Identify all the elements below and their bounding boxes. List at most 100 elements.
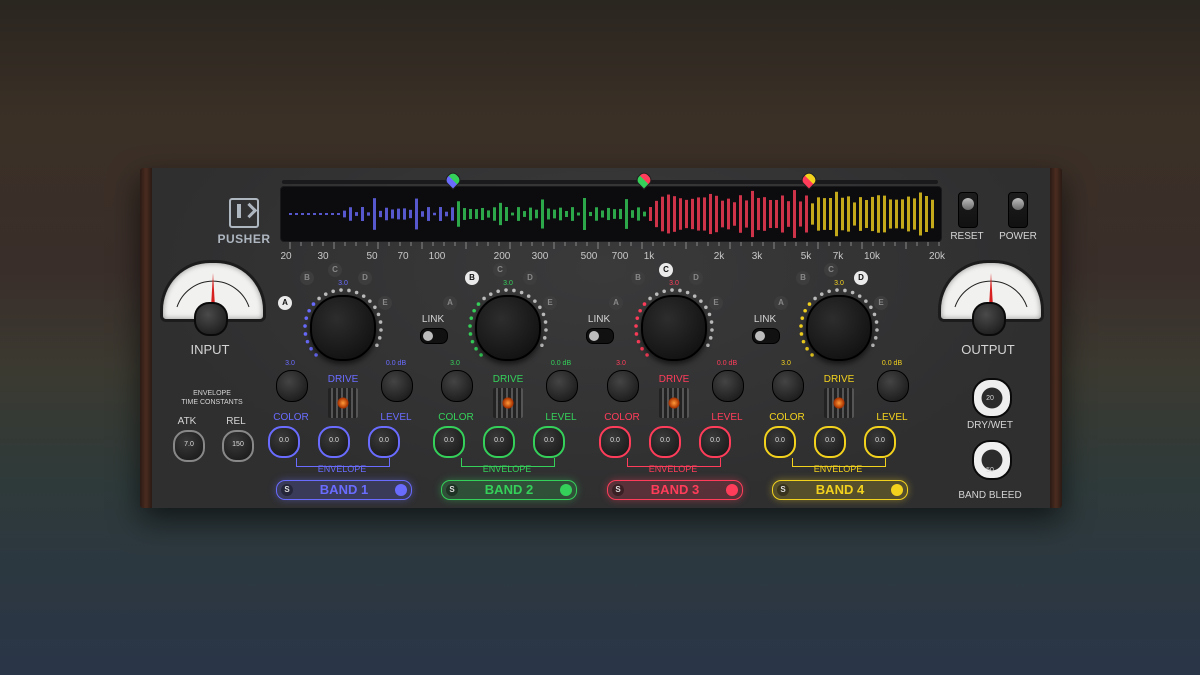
preset-a-button[interactable]: A bbox=[443, 296, 457, 310]
led-dot bbox=[373, 305, 377, 310]
solo-button[interactable]: S bbox=[446, 484, 458, 496]
band-bleed-label: BAND BLEED bbox=[958, 490, 1022, 501]
preset-a-button[interactable]: A bbox=[278, 296, 292, 310]
band-4-bar[interactable]: BAND 4 S bbox=[772, 480, 908, 500]
drive-knob[interactable] bbox=[806, 295, 872, 361]
band-power-icon[interactable] bbox=[891, 484, 903, 496]
spectrum-bar bbox=[307, 213, 310, 215]
color-knob[interactable] bbox=[441, 370, 473, 402]
preset-c-button[interactable]: C bbox=[328, 263, 342, 277]
envelope-knob[interactable]: 0.0 bbox=[699, 426, 731, 458]
envelope-knob[interactable]: 0.0 bbox=[649, 426, 681, 458]
led-dot bbox=[692, 294, 697, 298]
color-knob[interactable] bbox=[772, 370, 804, 402]
led-dot bbox=[375, 343, 379, 348]
envelope-knob[interactable]: 0.0 bbox=[368, 426, 400, 458]
led-dot bbox=[869, 305, 873, 310]
spectrum-bar bbox=[877, 195, 880, 233]
preset-a-button[interactable]: A bbox=[609, 296, 623, 310]
input-knob[interactable] bbox=[194, 302, 228, 336]
spectrum-bar bbox=[661, 196, 664, 232]
solo-button[interactable]: S bbox=[281, 484, 293, 496]
spectrum-bar bbox=[463, 208, 466, 220]
color-knob[interactable] bbox=[276, 370, 308, 402]
led-dot bbox=[636, 339, 641, 344]
band-power-icon[interactable] bbox=[726, 484, 738, 496]
color-knob[interactable] bbox=[607, 370, 639, 402]
freq-label: 100 bbox=[428, 251, 446, 262]
freq-label: 20k bbox=[928, 251, 946, 262]
preset-d-button[interactable]: D bbox=[358, 271, 372, 285]
envelope-knob[interactable]: 0.0 bbox=[764, 426, 796, 458]
link-toggle[interactable] bbox=[752, 328, 780, 344]
spectrum-bar bbox=[853, 202, 856, 226]
level-knob[interactable] bbox=[712, 370, 744, 402]
link-toggle[interactable] bbox=[420, 328, 448, 344]
envelope-knob[interactable]: 0.0 bbox=[433, 426, 465, 458]
band-name: BAND 1 bbox=[319, 482, 369, 497]
power-switch[interactable] bbox=[1008, 192, 1028, 228]
preset-c-button[interactable]: C bbox=[824, 263, 838, 277]
spectrum-bar bbox=[409, 209, 412, 219]
solo-button[interactable]: S bbox=[777, 484, 789, 496]
preset-b-button[interactable]: B bbox=[796, 271, 810, 285]
spectrum-bar bbox=[289, 213, 292, 215]
band-bleed-knob[interactable] bbox=[972, 440, 1012, 480]
envelope-knob[interactable]: 0.0 bbox=[864, 426, 896, 458]
preset-b-button[interactable]: B bbox=[465, 271, 479, 285]
envelope-knob[interactable]: 0.0 bbox=[483, 426, 515, 458]
level-value: 0.0 dB bbox=[881, 360, 903, 367]
crossover-rail[interactable] bbox=[282, 180, 938, 184]
drive-knob[interactable] bbox=[641, 295, 707, 361]
preset-d-button[interactable]: D bbox=[523, 271, 537, 285]
spectrum-bar bbox=[673, 196, 676, 232]
atk-knob[interactable]: 7.0 bbox=[173, 430, 205, 462]
rel-knob[interactable]: 150 bbox=[222, 430, 254, 462]
led-dot bbox=[654, 292, 659, 296]
reset-switch[interactable] bbox=[958, 192, 978, 228]
band-1-bar[interactable]: BAND 1 S bbox=[276, 480, 412, 500]
preset-d-button[interactable]: D bbox=[854, 271, 868, 285]
spectrum-bar bbox=[715, 195, 718, 233]
level-knob[interactable] bbox=[381, 370, 413, 402]
preset-a-button[interactable]: A bbox=[774, 296, 788, 310]
drive-knob[interactable] bbox=[310, 295, 376, 361]
preset-b-button[interactable]: B bbox=[300, 271, 314, 285]
envelope-knob[interactable]: 0.0 bbox=[268, 426, 300, 458]
envelope-knob[interactable]: 0.0 bbox=[318, 426, 350, 458]
freq-label: 30 bbox=[317, 251, 329, 262]
led-dot bbox=[635, 316, 640, 320]
envelope-knob[interactable]: 0.0 bbox=[533, 426, 565, 458]
preset-b-button[interactable]: B bbox=[631, 271, 645, 285]
band-power-icon[interactable] bbox=[560, 484, 572, 496]
link-toggle[interactable] bbox=[586, 328, 614, 344]
level-knob[interactable] bbox=[877, 370, 909, 402]
spectrum-bar bbox=[577, 212, 580, 216]
drive-knob[interactable] bbox=[475, 295, 541, 361]
spectrum-bar bbox=[325, 213, 328, 215]
output-knob[interactable] bbox=[972, 302, 1006, 336]
preset-c-button[interactable]: C bbox=[493, 263, 507, 277]
freq-label: 10k bbox=[863, 251, 881, 262]
spectrum-bar bbox=[637, 207, 640, 221]
led-dot bbox=[307, 308, 311, 313]
preset-c-button[interactable]: C bbox=[659, 263, 673, 277]
band-2-bar[interactable]: BAND 2 S bbox=[441, 480, 577, 500]
band-power-icon[interactable] bbox=[395, 484, 407, 496]
dry-wet-label: DRY/WET bbox=[967, 420, 1013, 431]
led-dot bbox=[710, 328, 714, 332]
spectrum-bar bbox=[445, 211, 448, 217]
spectrum-bar bbox=[421, 211, 424, 217]
envelope-knob[interactable]: 0.0 bbox=[814, 426, 846, 458]
preset-d-button[interactable]: D bbox=[689, 271, 703, 285]
spectrum-bar bbox=[511, 212, 514, 216]
level-knob[interactable] bbox=[546, 370, 578, 402]
spectrum-bar bbox=[889, 199, 892, 229]
spectrum-bar bbox=[301, 213, 304, 215]
solo-button[interactable]: S bbox=[612, 484, 624, 496]
spectrum-bar bbox=[439, 207, 442, 221]
freq-label: 700 bbox=[611, 251, 629, 262]
band-3-bar[interactable]: BAND 3 S bbox=[607, 480, 743, 500]
envelope-knob[interactable]: 0.0 bbox=[599, 426, 631, 458]
led-dot bbox=[519, 290, 524, 295]
